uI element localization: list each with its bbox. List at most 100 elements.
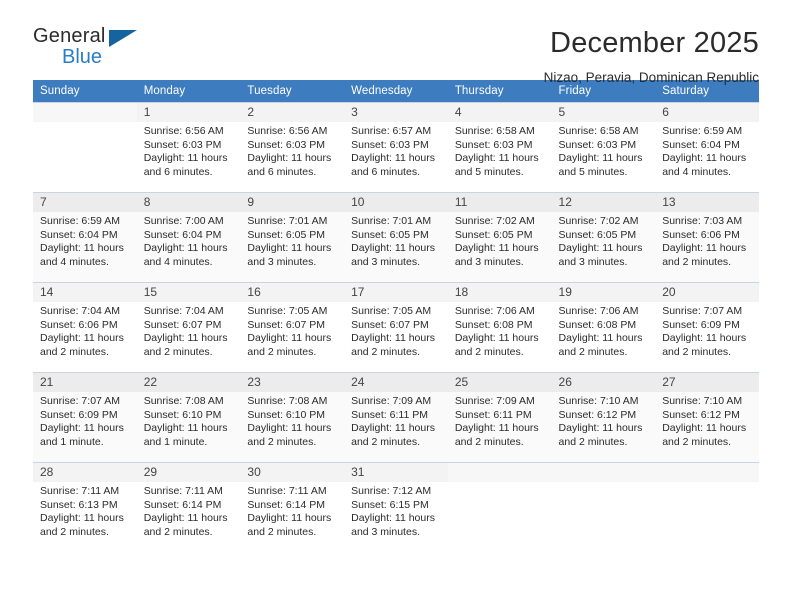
calendar-day-cell[interactable]: 27 Sunrise: 7:10 AM Sunset: 6:12 PM Dayligh…	[655, 372, 759, 463]
calendar-cell-empty	[551, 462, 656, 553]
calendar-day-cell[interactable]: 17 Sunrise: 7:05 AM Sunset: 6:07 PM Dayligh…	[344, 282, 448, 373]
day-cell-inner: 14 Sunrise: 7:04 AM Sunset: 6:06 PM Dayligh…	[33, 283, 137, 372]
day-details: Sunrise: 7:01 AM Sunset: 6:05 PM Daylight:…	[344, 212, 448, 269]
calendar-day-cell[interactable]: 8 Sunrise: 7:00 AM Sunset: 6:04 PM Daylight…	[136, 192, 241, 283]
day-details: Sunrise: 7:00 AM Sunset: 6:04 PM Daylight:…	[137, 212, 241, 269]
calendar-day-cell[interactable]: 15 Sunrise: 7:04 AM Sunset: 6:07 PM Dayligh…	[136, 282, 241, 373]
calendar-day-cell[interactable]: 7 Sunrise: 6:59 AM Sunset: 6:04 PM Daylight…	[33, 192, 137, 283]
day-number: 4	[447, 103, 552, 122]
calendar-cell-empty	[33, 102, 137, 193]
day-number: 10	[344, 193, 448, 212]
weekday-header-tuesday: Tuesday	[240, 80, 345, 103]
sunrise-text: Sunrise: 7:05 AM	[351, 305, 432, 317]
calendar-day-cell[interactable]: 3 Sunrise: 6:57 AM Sunset: 6:03 PM Daylight…	[344, 102, 448, 193]
day-cell-inner: 2 Sunrise: 6:56 AM Sunset: 6:03 PM Daylight…	[240, 103, 345, 192]
sunrise-text: Sunrise: 7:10 AM	[558, 395, 639, 407]
sunset-text: Sunset: 6:05 PM	[247, 228, 326, 241]
calendar-day-cell[interactable]: 4 Sunrise: 6:58 AM Sunset: 6:03 PM Daylight…	[447, 102, 552, 193]
logo-text-blue: Blue	[62, 46, 103, 68]
calendar-day-cell[interactable]: 1 Sunrise: 6:56 AM Sunset: 6:03 PM Daylight…	[136, 102, 241, 193]
day-details: Sunrise: 7:07 AM Sunset: 6:09 PM Daylight:…	[655, 302, 759, 359]
day-details: Sunrise: 7:08 AM Sunset: 6:10 PM Daylight:…	[137, 392, 241, 449]
daylight-text-line2: and 2 minutes.	[454, 345, 524, 358]
calendar-day-cell[interactable]: 24 Sunrise: 7:09 AM Sunset: 6:11 PM Dayligh…	[344, 372, 448, 463]
calendar-day-cell[interactable]: 5 Sunrise: 6:58 AM Sunset: 6:03 PM Daylight…	[551, 102, 656, 193]
calendar-day-cell[interactable]: 26 Sunrise: 7:10 AM Sunset: 6:12 PM Dayligh…	[551, 372, 656, 463]
calendar-day-cell[interactable]: 6 Sunrise: 6:59 AM Sunset: 6:04 PM Daylight…	[655, 102, 759, 193]
day-number: 9	[240, 193, 345, 212]
sunrise-text: Sunrise: 7:04 AM	[143, 305, 224, 317]
day-cell-inner: 23 Sunrise: 7:08 AM Sunset: 6:10 PM Dayligh…	[240, 373, 345, 462]
daylight-text-line2: and 6 minutes.	[247, 165, 317, 178]
calendar-day-cell[interactable]: 28 Sunrise: 7:11 AM Sunset: 6:13 PM Dayligh…	[33, 462, 137, 553]
sunset-text: Sunset: 6:12 PM	[662, 408, 740, 421]
day-number: 27	[655, 373, 759, 392]
sunrise-text: Sunrise: 7:01 AM	[351, 215, 432, 227]
sunrise-text: Sunrise: 7:11 AM	[143, 485, 223, 497]
day-cell-inner: 20 Sunrise: 7:07 AM Sunset: 6:09 PM Dayligh…	[655, 283, 759, 372]
calendar-day-cell[interactable]: 10 Sunrise: 7:01 AM Sunset: 6:05 PM Dayligh…	[344, 192, 448, 283]
calendar-day-cell[interactable]: 11 Sunrise: 7:02 AM Sunset: 6:05 PM Dayligh…	[447, 192, 552, 283]
day-cell-inner: 7 Sunrise: 6:59 AM Sunset: 6:04 PM Daylight…	[33, 193, 137, 282]
daylight-text-line1: Daylight: 11 hours	[558, 242, 643, 255]
generalblue-logo[interactable]: General Blue	[33, 26, 153, 74]
daylight-text-line1: Daylight: 11 hours	[143, 242, 228, 255]
calendar-week-row: 21 Sunrise: 7:07 AM Sunset: 6:09 PM Dayligh…	[33, 372, 759, 463]
sunset-text: Sunset: 6:10 PM	[143, 408, 222, 421]
calendar-day-cell[interactable]: 12 Sunrise: 7:02 AM Sunset: 6:05 PM Dayligh…	[551, 192, 656, 283]
daylight-text-line2: and 2 minutes.	[662, 255, 732, 268]
daylight-text-line2: and 2 minutes.	[247, 435, 317, 448]
daylight-text-line1: Daylight: 11 hours	[662, 422, 747, 435]
day-number	[33, 103, 137, 122]
calendar-day-cell[interactable]: 30 Sunrise: 7:11 AM Sunset: 6:14 PM Dayligh…	[240, 462, 345, 553]
daylight-text-line2: and 2 minutes.	[662, 435, 732, 448]
day-details: Sunrise: 7:09 AM Sunset: 6:11 PM Daylight:…	[448, 392, 552, 449]
sunset-text: Sunset: 6:03 PM	[247, 138, 326, 151]
day-number: 24	[344, 373, 448, 392]
day-cell-inner: 9 Sunrise: 7:01 AM Sunset: 6:05 PM Daylight…	[240, 193, 345, 282]
calendar-day-cell[interactable]: 25 Sunrise: 7:09 AM Sunset: 6:11 PM Dayligh…	[447, 372, 552, 463]
day-cell-inner: 3 Sunrise: 6:57 AM Sunset: 6:03 PM Daylight…	[344, 103, 448, 192]
day-cell-inner	[655, 463, 759, 553]
day-details: Sunrise: 7:09 AM Sunset: 6:11 PM Daylight:…	[344, 392, 448, 449]
calendar-day-cell[interactable]: 31 Sunrise: 7:12 AM Sunset: 6:15 PM Dayligh…	[344, 462, 448, 553]
daylight-text-line1: Daylight: 11 hours	[558, 152, 643, 165]
day-details: Sunrise: 7:11 AM Sunset: 6:13 PM Daylight:…	[33, 482, 137, 539]
calendar-day-cell[interactable]: 16 Sunrise: 7:05 AM Sunset: 6:07 PM Dayligh…	[240, 282, 345, 373]
calendar-day-cell[interactable]: 2 Sunrise: 6:56 AM Sunset: 6:03 PM Daylight…	[240, 102, 345, 193]
calendar-day-cell[interactable]: 18 Sunrise: 7:06 AM Sunset: 6:08 PM Dayligh…	[447, 282, 552, 373]
day-details: Sunrise: 7:10 AM Sunset: 6:12 PM Daylight:…	[655, 392, 759, 449]
page-header: General Blue December 2025 Nizao, Peravi…	[33, 0, 759, 85]
weekday-header-wednesday: Wednesday	[344, 80, 448, 103]
day-cell-inner	[33, 103, 137, 192]
daylight-text-line1: Daylight: 11 hours	[454, 332, 539, 345]
daylight-text-line2: and 2 minutes.	[143, 345, 213, 358]
day-cell-inner: 10 Sunrise: 7:01 AM Sunset: 6:05 PM Dayligh…	[344, 193, 448, 282]
day-number: 6	[655, 103, 759, 122]
calendar-day-cell[interactable]: 9 Sunrise: 7:01 AM Sunset: 6:05 PM Daylight…	[240, 192, 345, 283]
day-number: 26	[551, 373, 656, 392]
day-cell-inner: 16 Sunrise: 7:05 AM Sunset: 6:07 PM Dayligh…	[240, 283, 345, 372]
daylight-text-line1: Daylight: 11 hours	[143, 422, 228, 435]
sunset-text: Sunset: 6:11 PM	[351, 408, 428, 421]
sunset-text: Sunset: 6:07 PM	[247, 318, 326, 331]
daylight-text-line1: Daylight: 11 hours	[143, 152, 228, 165]
calendar-day-cell[interactable]: 14 Sunrise: 7:04 AM Sunset: 6:06 PM Dayligh…	[33, 282, 137, 373]
calendar-day-cell[interactable]: 20 Sunrise: 7:07 AM Sunset: 6:09 PM Dayligh…	[655, 282, 759, 373]
calendar-day-cell[interactable]: 23 Sunrise: 7:08 AM Sunset: 6:10 PM Dayligh…	[240, 372, 345, 463]
day-number: 17	[344, 283, 448, 302]
calendar-day-cell[interactable]: 13 Sunrise: 7:03 AM Sunset: 6:06 PM Dayligh…	[655, 192, 759, 283]
calendar-day-cell[interactable]: 22 Sunrise: 7:08 AM Sunset: 6:10 PM Dayligh…	[136, 372, 241, 463]
sunset-text: Sunset: 6:10 PM	[247, 408, 326, 421]
calendar-page: General Blue December 2025 Nizao, Peravi…	[0, 0, 792, 612]
day-cell-inner: 17 Sunrise: 7:05 AM Sunset: 6:07 PM Dayligh…	[344, 283, 448, 372]
calendar-day-cell[interactable]: 19 Sunrise: 7:06 AM Sunset: 6:08 PM Dayligh…	[551, 282, 656, 373]
sunset-text: Sunset: 6:04 PM	[662, 138, 740, 151]
calendar-day-cell[interactable]: 29 Sunrise: 7:11 AM Sunset: 6:14 PM Dayligh…	[136, 462, 241, 553]
calendar-day-cell[interactable]: 21 Sunrise: 7:07 AM Sunset: 6:09 PM Dayligh…	[33, 372, 137, 463]
sunset-text: Sunset: 6:04 PM	[40, 228, 118, 241]
daylight-text-line2: and 3 minutes.	[454, 255, 524, 268]
day-number: 13	[655, 193, 759, 212]
day-number: 12	[551, 193, 656, 212]
calendar-table: Sunday Monday Tuesday Wednesday Thursday Frid…	[33, 80, 759, 553]
